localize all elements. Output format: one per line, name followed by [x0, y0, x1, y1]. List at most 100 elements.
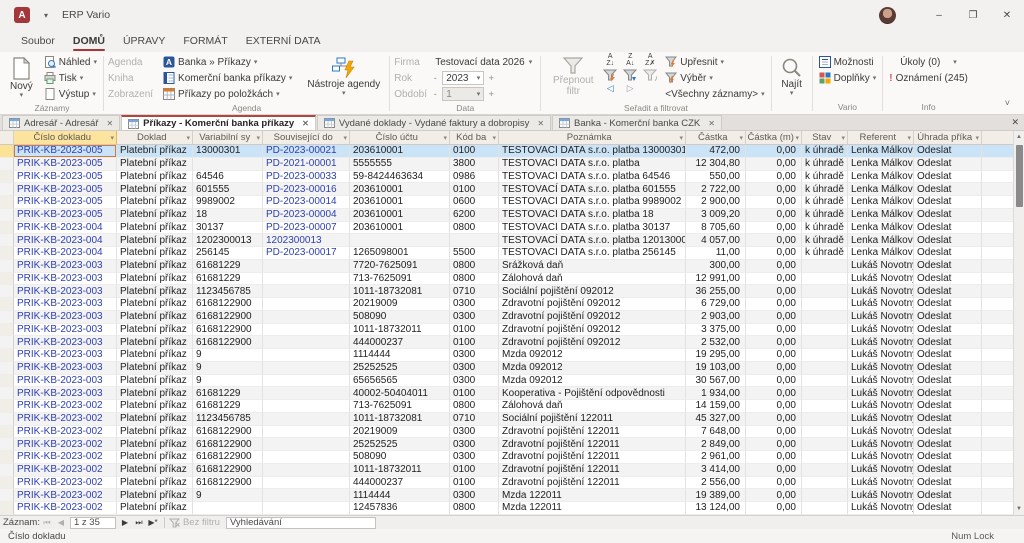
cell[interactable]: PRIK-KB-2023-002 — [14, 451, 117, 464]
cell[interactable]: 713-7625091 — [350, 400, 450, 413]
cell[interactable]: 0,00 — [746, 324, 802, 337]
cell[interactable]: Platební příkaz — [117, 158, 193, 171]
next-triangle-icon[interactable]: ▷ — [623, 83, 637, 94]
cell[interactable]: 0,00 — [746, 273, 802, 286]
cell[interactable]: 19 103,00 — [686, 362, 746, 375]
cell[interactable]: k úhradě — [802, 222, 848, 235]
cell[interactable]: 0600 — [450, 196, 499, 209]
cell[interactable]: 9 — [193, 362, 263, 375]
cell[interactable]: 36 255,00 — [686, 285, 746, 298]
cell[interactable]: Lukáš Novotný — [848, 349, 914, 362]
vertical-scrollbar[interactable]: ▲ ▼ — [1013, 131, 1024, 515]
cell[interactable]: 5555555 — [350, 158, 450, 171]
cell[interactable]: TESTOVACÍ DATA s.r.o. platba 256145 — [499, 247, 686, 260]
cell[interactable]: 12 991,00 — [686, 273, 746, 286]
cell[interactable]: Lukáš Novotný — [848, 387, 914, 400]
cell[interactable]: Zdravotní pojištění 122011 — [499, 426, 686, 439]
cell[interactable]: Platební příkaz — [117, 247, 193, 260]
row-selector[interactable] — [0, 336, 14, 349]
cell[interactable]: 2 556,00 — [686, 477, 746, 490]
cell[interactable]: k úhradě — [802, 234, 848, 247]
row-selector[interactable] — [0, 375, 14, 388]
cell[interactable]: PD-2023-00033 — [263, 171, 350, 184]
selection-filter-button[interactable]: Výběr▾ — [663, 70, 766, 86]
cell[interactable]: 0100 — [450, 324, 499, 337]
cell[interactable]: Zdravotní pojištění 122011 — [499, 438, 686, 451]
cell[interactable]: Srážková daň — [499, 260, 686, 273]
cell[interactable]: 0300 — [450, 426, 499, 439]
cell[interactable] — [802, 477, 848, 490]
minimize-button[interactable]: – — [922, 0, 956, 30]
next-record-icon[interactable]: ▶ — [118, 518, 132, 527]
cell[interactable]: 61681229 — [193, 273, 263, 286]
cell[interactable]: 2 722,00 — [686, 183, 746, 196]
sort-descending-icon[interactable]: ZA↓ — [623, 54, 637, 67]
cell[interactable]: 0100 — [450, 183, 499, 196]
cell[interactable]: 0,00 — [746, 451, 802, 464]
cell[interactable]: Odeslat — [914, 477, 982, 490]
cell[interactable]: 65656565 — [350, 375, 450, 388]
column-header-9[interactable]: Stav▾ — [802, 131, 848, 145]
cell[interactable]: Zdravotní pojištění 092012 — [499, 311, 686, 324]
cell[interactable]: Zdravotní pojištění 092012 — [499, 298, 686, 311]
cell[interactable]: Odeslat — [914, 247, 982, 260]
cell[interactable]: PD-2023-00021 — [263, 145, 350, 158]
cell[interactable]: 12 304,80 — [686, 158, 746, 171]
cell[interactable]: Lukáš Novotný — [848, 273, 914, 286]
table-row[interactable]: PRIK-KB-2023-002Platební příkaz911144440… — [0, 489, 1024, 502]
tab-close-icon[interactable]: ✕ — [708, 119, 715, 128]
notifications-button[interactable]: ! Oznámení (245) — [887, 70, 970, 86]
row-selector[interactable] — [0, 234, 14, 247]
cell[interactable]: Lenka Málková — [848, 183, 914, 196]
row-selector[interactable] — [0, 502, 14, 515]
cell[interactable]: 3800 — [450, 158, 499, 171]
cell[interactable]: 0710 — [450, 413, 499, 426]
cell[interactable]: 0,00 — [746, 375, 802, 388]
cell[interactable]: 0,00 — [746, 477, 802, 490]
cell[interactable]: Odeslat — [914, 183, 982, 196]
cell[interactable]: Platební příkaz — [117, 196, 193, 209]
row-selector[interactable] — [0, 260, 14, 273]
user-avatar[interactable] — [879, 7, 896, 24]
cell[interactable]: Lukáš Novotný — [848, 260, 914, 273]
document-tab-1[interactable]: Příkazy - Komerční banka příkazy✕ — [121, 115, 316, 130]
cell[interactable]: 25252525 — [350, 362, 450, 375]
cell[interactable]: 1011-18732081 — [350, 285, 450, 298]
cell[interactable]: Lukáš Novotný — [848, 451, 914, 464]
cell[interactable]: PRIK-KB-2023-003 — [14, 285, 117, 298]
cell[interactable]: 203610001 — [350, 209, 450, 222]
table-row[interactable]: PRIK-KB-2023-003Platební příkaz616812290… — [0, 336, 1024, 349]
cell[interactable]: Platební příkaz — [117, 349, 193, 362]
cell[interactable]: Platební příkaz — [117, 234, 193, 247]
row-selector[interactable] — [0, 489, 14, 502]
remove-sort-icon[interactable]: AZ✗ — [643, 54, 657, 67]
table-row[interactable]: PRIK-KB-2023-005Platební příkaz13000301P… — [0, 145, 1024, 158]
cell[interactable]: 6200 — [450, 209, 499, 222]
cell[interactable]: 0,00 — [746, 285, 802, 298]
cell[interactable]: 1 934,00 — [686, 387, 746, 400]
tab-close-icon[interactable]: ✕ — [302, 119, 309, 128]
column-header-2[interactable]: Variabilní sy▾ — [193, 131, 263, 145]
cell[interactable] — [802, 349, 848, 362]
cell[interactable]: Odeslat — [914, 145, 982, 158]
cell[interactable]: 6168122900 — [193, 477, 263, 490]
cell[interactable]: PRIK-KB-2023-003 — [14, 336, 117, 349]
cell[interactable]: Lenka Málková — [848, 234, 914, 247]
cell[interactable]: PD-2023-00017 — [263, 247, 350, 260]
table-row[interactable]: PRIK-KB-2023-004Platební příkaz256145PD-… — [0, 247, 1024, 260]
cell[interactable]: Lenka Málková — [848, 222, 914, 235]
cell[interactable]: 25252525 — [350, 438, 450, 451]
cell[interactable]: Mzda 122011 — [499, 489, 686, 502]
cell[interactable] — [802, 464, 848, 477]
cell[interactable]: Sociální pojištění 122011 — [499, 413, 686, 426]
cell[interactable]: k úhradě — [802, 209, 848, 222]
agenda-dropdown[interactable]: A Banka » Příkazy▾ — [161, 54, 294, 70]
cell[interactable]: Zdravotní pojištění 092012 — [499, 324, 686, 337]
cell[interactable]: 13 124,00 — [686, 502, 746, 515]
cell[interactable]: Odeslat — [914, 311, 982, 324]
cell[interactable]: 0100 — [450, 464, 499, 477]
cell[interactable]: Odeslat — [914, 234, 982, 247]
menu-item-0[interactable]: Soubor — [12, 32, 64, 52]
cell[interactable] — [263, 336, 350, 349]
cell[interactable]: 0300 — [450, 375, 499, 388]
